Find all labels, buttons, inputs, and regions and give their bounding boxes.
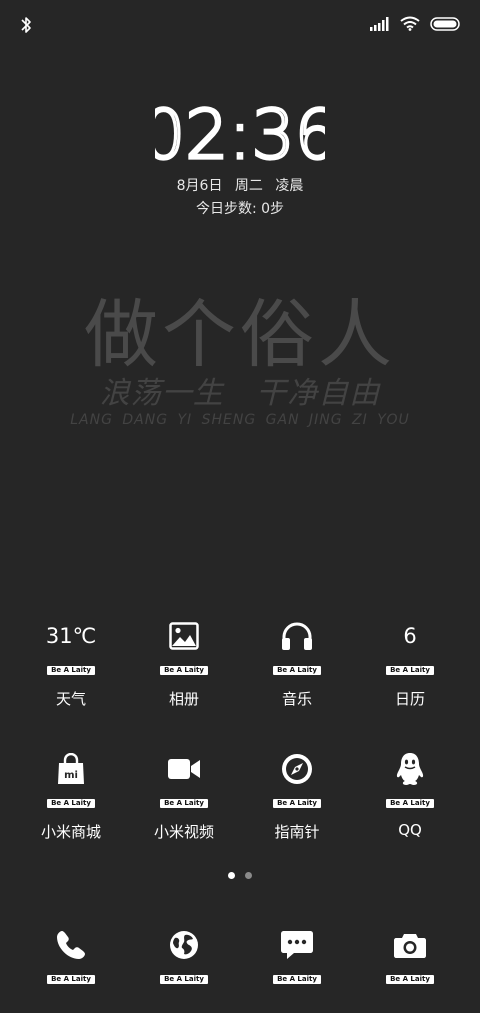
phone-icon (15, 924, 127, 966)
app-messages[interactable]: Be A Laity (241, 924, 353, 985)
app-camera[interactable]: Be A Laity (354, 924, 466, 985)
app-tag: Be A Laity (160, 799, 208, 808)
headphones-icon (241, 615, 353, 657)
message-icon (241, 924, 353, 966)
clock-time: 02:36 (155, 96, 325, 166)
bluetooth-icon (20, 15, 36, 35)
battery-icon (430, 16, 460, 35)
signal-icon (370, 16, 390, 35)
wifi-icon (400, 16, 420, 35)
app-label: 相册 (168, 690, 199, 708)
app-tag: Be A Laity (273, 799, 321, 808)
app-label: 指南针 (274, 823, 320, 841)
app-calendar[interactable]: 6 Be A Laity 日历 (354, 615, 466, 709)
globe-icon (128, 924, 240, 966)
app-phone[interactable]: Be A Laity (15, 924, 127, 985)
status-bar (0, 0, 480, 50)
camera-icon (354, 924, 466, 966)
app-tag: Be A Laity (47, 975, 95, 984)
app-browser[interactable]: Be A Laity (128, 924, 240, 985)
app-music[interactable]: Be A Laity 音乐 (241, 615, 353, 709)
app-label: 小米商城 (40, 823, 101, 841)
app-weather[interactable]: 31℃ Be A Laity 天气 (15, 615, 127, 709)
slogan-pinyin: LANG DANG YI SHENG GAN JING ZI YOU (70, 412, 410, 428)
compass-icon (241, 748, 353, 790)
app-tag: Be A Laity (47, 799, 95, 808)
app-tag: Be A Laity (273, 666, 321, 675)
page-dot[interactable] (245, 872, 252, 879)
app-tag: Be A Laity (386, 975, 434, 984)
app-tag: Be A Laity (273, 975, 321, 984)
app-qq[interactable]: Be A Laity QQ (354, 748, 466, 839)
penguin-icon (354, 748, 466, 790)
step-count: 今日步数: 0步 (195, 201, 285, 217)
app-mi-store[interactable]: mi Be A Laity 小米商城 (15, 748, 127, 842)
page-dot-active[interactable] (228, 872, 235, 879)
shopping-bag-icon: mi (15, 748, 127, 790)
app-tag: Be A Laity (160, 975, 208, 984)
app-tag: Be A Laity (160, 666, 208, 675)
video-camera-icon (128, 748, 240, 790)
slogan-subtitle: 浪荡一生 干净自由 (99, 376, 381, 411)
gallery-icon (128, 615, 240, 657)
app-compass[interactable]: Be A Laity 指南针 (241, 748, 353, 842)
calendar-day: 6 (403, 624, 417, 648)
app-label: QQ (398, 821, 422, 839)
lockscreen-clock: 02:36 (0, 96, 480, 166)
slogan-title: 做个俗人 (84, 292, 396, 378)
app-label: 日历 (394, 690, 425, 708)
app-tag: Be A Laity (386, 666, 434, 675)
app-label: 小米视频 (153, 823, 214, 841)
clock-date: 8月6日 周二 凌晨 (176, 178, 304, 194)
app-label: 音乐 (281, 690, 312, 708)
weather-temperature: 31℃ (45, 624, 97, 648)
app-tag: Be A Laity (386, 799, 434, 808)
app-gallery[interactable]: Be A Laity 相册 (128, 615, 240, 709)
app-tag: Be A Laity (47, 666, 95, 675)
page-indicator (0, 872, 480, 879)
wallpaper-slogan: 做个俗人 浪荡一生 干净自由 LANG DANG YI SHENG GAN JI… (0, 290, 480, 428)
app-mi-video[interactable]: Be A Laity 小米视频 (128, 748, 240, 842)
svg-text:mi: mi (64, 770, 78, 781)
app-label: 天气 (55, 690, 86, 708)
